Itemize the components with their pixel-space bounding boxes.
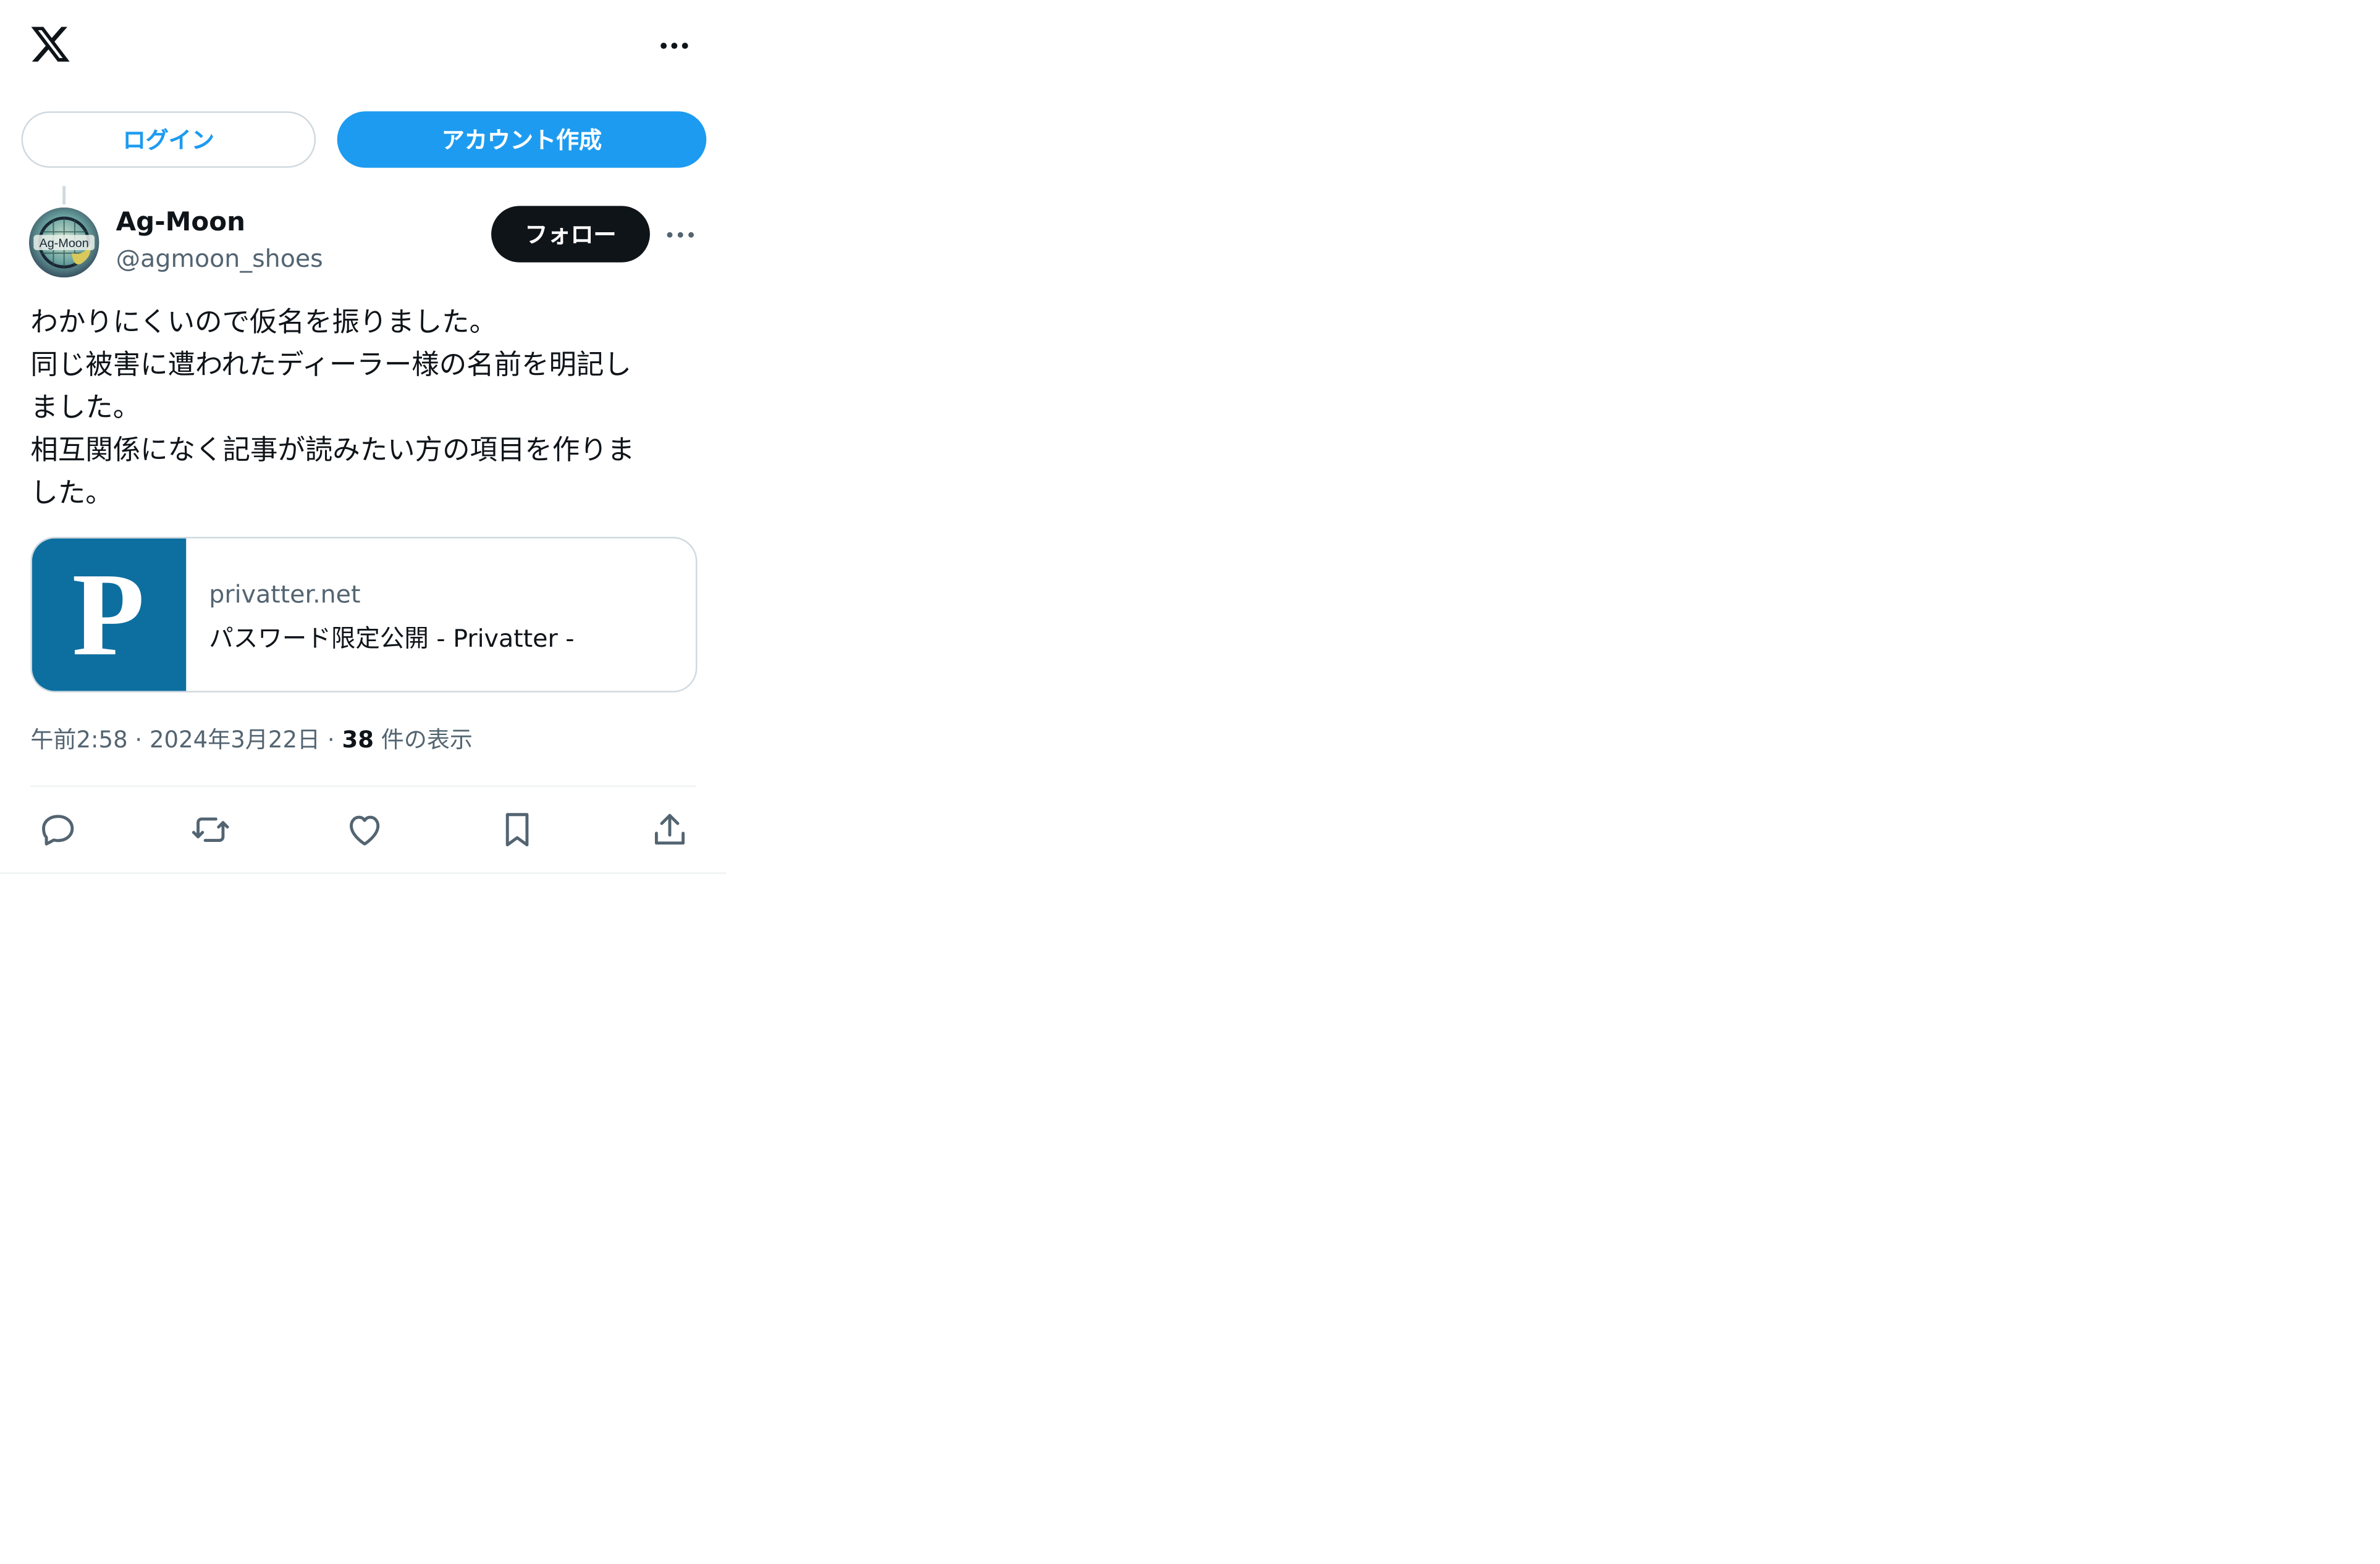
author-display-name[interactable]: Ag-Moon [116,208,245,238]
tweet-date[interactable]: 2024年3月22日 [150,726,320,753]
views-count: 38 [342,726,374,754]
card-thumbnail: P [32,538,187,691]
tweet-text: わかりにくいので仮名を振りました。 同じ被害に遭われたディーラー様の名前を明記し… [30,302,701,516]
tweet-panel: ログイン アカウント作成 Ag-Moon Ag-Moon @agmoon_sho… [0,0,727,874]
link-card[interactable]: P privatter.net パスワード限定公開 - Privatter - [30,537,698,693]
author-handle[interactable]: @agmoon_shoes [116,244,323,273]
views-label: 件の表示 [374,726,473,754]
card-title: パスワード限定公開 - Privatter - [209,623,575,653]
create-account-button[interactable]: アカウント作成 [337,111,707,168]
reply-icon[interactable] [36,809,79,851]
login-button[interactable]: ログイン [21,111,316,168]
tweet-time[interactable]: 午前2:58 [30,726,127,753]
tweet-text-line: した。 [30,477,113,510]
card-domain: privatter.net [209,579,361,609]
thread-connector [62,186,66,204]
meta-separator: · [327,726,335,754]
tweet-text-line: ました。 [30,392,141,424]
x-logo-icon[interactable] [29,23,72,65]
divider [30,785,696,788]
more-horizontal-icon[interactable] [654,26,694,65]
bookmark-icon[interactable] [496,809,538,851]
like-icon[interactable] [344,809,386,851]
tweet-more-icon[interactable] [662,217,699,253]
avatar-text: Ag-Moon [40,237,89,250]
privatter-logo-icon: P [72,548,145,680]
tweet-text-line: 相互関係になく記事が読みたい方の項目を作りま [30,434,635,467]
tweet-meta: 午前2:58 · 2024年3月22日 · 38 件の表示 [30,726,473,754]
follow-button[interactable]: フォロー [491,206,650,263]
avatar[interactable]: Ag-Moon [28,207,99,278]
share-icon[interactable] [648,809,691,851]
tweet-text-line: 同じ被害に遭われたディーラー様の名前を明記し [30,349,631,382]
tweet-text-line: わかりにくいので仮名を振りました。 [30,306,497,339]
retweet-icon[interactable] [189,809,232,851]
